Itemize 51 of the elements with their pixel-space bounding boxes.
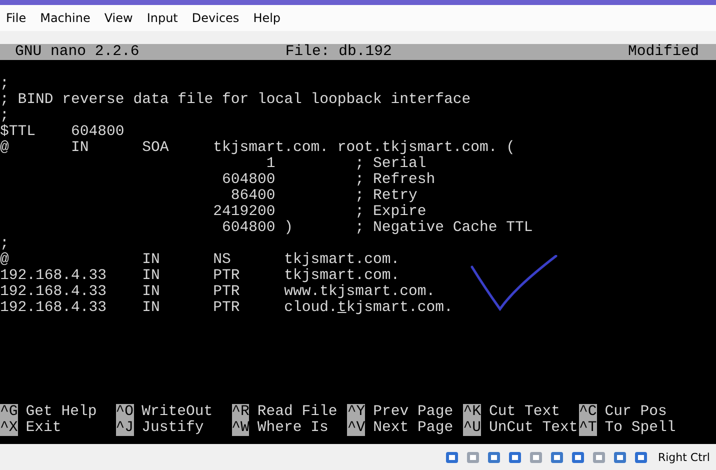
- shortcut-label: Exit: [26, 420, 62, 436]
- code-line: @ IN SOA tkjsmart.com. root.tkjsmart.com. (: [0, 140, 516, 156]
- code-line: 192.168.4.33 IN PTR tkjsmart.com.: [0, 268, 400, 284]
- shortcut-label: Next Page: [373, 420, 454, 436]
- code-text: 192.168.4.33 IN PTR cloud.: [0, 300, 338, 316]
- shortcut-label: Read File: [257, 404, 338, 420]
- code-line: 604800 ; Refresh: [220, 172, 436, 188]
- shortcut-key: ^J: [116, 420, 134, 436]
- shortcut-label: UnCut Text: [488, 420, 578, 436]
- editor-version: GNU nano 2.2.6: [15, 44, 140, 60]
- shortcut-label: Where Is: [257, 420, 328, 436]
- modified-status: Modified: [628, 44, 699, 60]
- host-key-label: Right Ctrl: [658, 450, 710, 464]
- code-line: ;: [0, 108, 9, 124]
- menu-item[interactable]: File: [6, 11, 26, 25]
- code-line: 86400 ; Retry: [230, 188, 418, 204]
- code-text: kjsmart.com.: [346, 300, 453, 316]
- shortcut-key: ^W: [232, 420, 250, 436]
- menu-item[interactable]: Input: [146, 11, 178, 25]
- menu-item[interactable]: View: [104, 11, 133, 25]
- shortcut-key: ^C: [578, 404, 597, 420]
- shortcut-key: ^U: [463, 420, 481, 436]
- shortcut-label: Cur Pos: [604, 404, 667, 420]
- shortcut-label: Cut Text: [488, 404, 560, 420]
- menu-item[interactable]: Machine: [40, 11, 90, 25]
- code-line: 604800 ) ; Negative Cache TTL: [220, 220, 533, 236]
- shortcut-label: To Spell: [604, 420, 676, 436]
- code-line: ; BIND reverse data file for local loopback interface: [0, 92, 471, 108]
- code-line: 192.168.4.33 IN PTR www.tkjsmart.com.: [0, 284, 436, 300]
- shortcut-key: ^T: [578, 420, 597, 436]
- shortcut-label: Justify: [142, 420, 204, 436]
- file-name: File: db.192: [285, 44, 392, 60]
- shortcut-label: Get Help: [26, 404, 97, 420]
- menu-item[interactable]: Devices: [192, 11, 240, 25]
- code-line: $TTL 604800: [0, 124, 124, 140]
- code-line: @ IN NS tkjsmart.com.: [0, 252, 400, 268]
- shortcut-key: ^G: [0, 404, 18, 420]
- shortcut-key: ^K: [463, 404, 481, 420]
- code-line: 2419200 ; Expire: [212, 204, 426, 220]
- code-line: ;: [0, 76, 9, 92]
- shortcut-key: ^O: [116, 404, 134, 420]
- text-cursor: t: [337, 300, 346, 316]
- shortcut-label: Prev Page: [373, 404, 454, 420]
- menu-item[interactable]: Help: [253, 11, 281, 25]
- shortcut-label: WriteOut: [142, 404, 213, 420]
- shortcut-key: ^Y: [347, 404, 366, 420]
- code-line: ;: [0, 236, 9, 252]
- shortcut-key: ^X: [0, 420, 18, 436]
- shortcut-key: ^R: [232, 404, 250, 420]
- code-line: 1 ; Serial: [265, 156, 426, 172]
- shortcut-key: ^V: [347, 420, 366, 436]
